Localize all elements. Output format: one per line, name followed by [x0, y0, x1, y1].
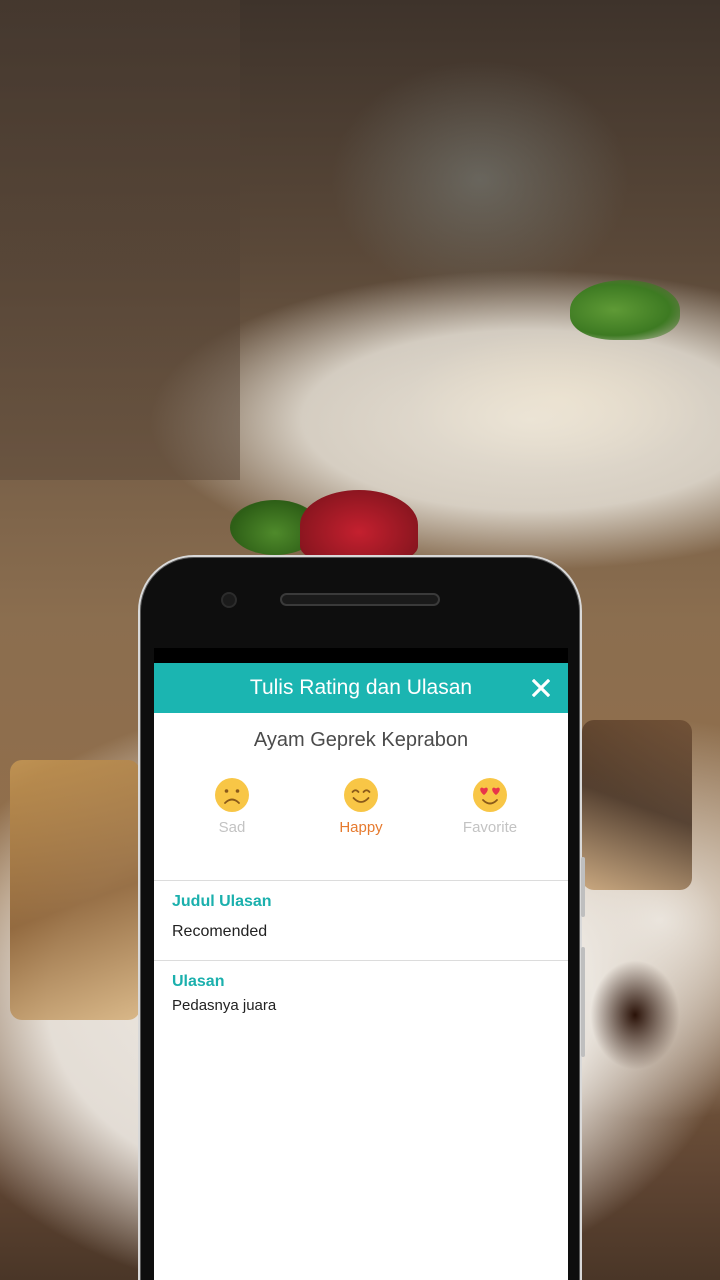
review-title-input[interactable] [172, 923, 550, 941]
strawberry-garnish [300, 490, 418, 560]
close-button[interactable] [528, 675, 554, 701]
review-title-label: Judul Ulasan [172, 893, 272, 910]
review-body-field: Ulasan Pedasnya juara [154, 960, 568, 1212]
status-bar [154, 648, 568, 663]
rating-label: Happy [339, 819, 383, 836]
review-title-field: Judul Ulasan [154, 880, 568, 960]
background-chair [0, 0, 240, 480]
phone-volume-button [581, 947, 585, 1057]
toast-left [10, 760, 140, 1020]
phone-camera [221, 592, 237, 608]
chocolate-sauce [590, 960, 680, 1070]
heart-eyes-face-icon [473, 778, 507, 812]
rating-label: Sad [218, 819, 246, 836]
sad-face-icon [215, 778, 249, 812]
rating-sad[interactable]: Sad [192, 777, 272, 836]
rating-label: Favorite [462, 819, 518, 836]
phone-power-button [581, 857, 585, 917]
happy-face-icon [344, 778, 378, 812]
phone-frame: Tulis Rating dan Ulasan Ayam Geprek Kepr… [138, 555, 585, 1280]
product-name: Ayam Geprek Keprabon [253, 729, 469, 751]
app-header: Tulis Rating dan Ulasan [154, 663, 568, 713]
page-title: Tulis Rating dan Ulasan [249, 676, 473, 699]
rating-options: Sad Happy Favorite [154, 777, 568, 836]
rating-happy[interactable]: Happy [321, 777, 401, 836]
review-body-input[interactable]: Pedasnya juara [172, 997, 550, 1197]
phone-screen: Tulis Rating dan Ulasan Ayam Geprek Kepr… [154, 648, 568, 1280]
background-window [330, 60, 630, 300]
rating-favorite[interactable]: Favorite [450, 777, 530, 836]
close-icon [532, 679, 550, 697]
toast-right [582, 720, 692, 890]
background-photo: Tulis Rating dan Ulasan Ayam Geprek Kepr… [0, 0, 720, 1280]
background-herb [570, 280, 680, 340]
review-body-label: Ulasan [172, 973, 225, 990]
phone-speaker [280, 593, 440, 606]
